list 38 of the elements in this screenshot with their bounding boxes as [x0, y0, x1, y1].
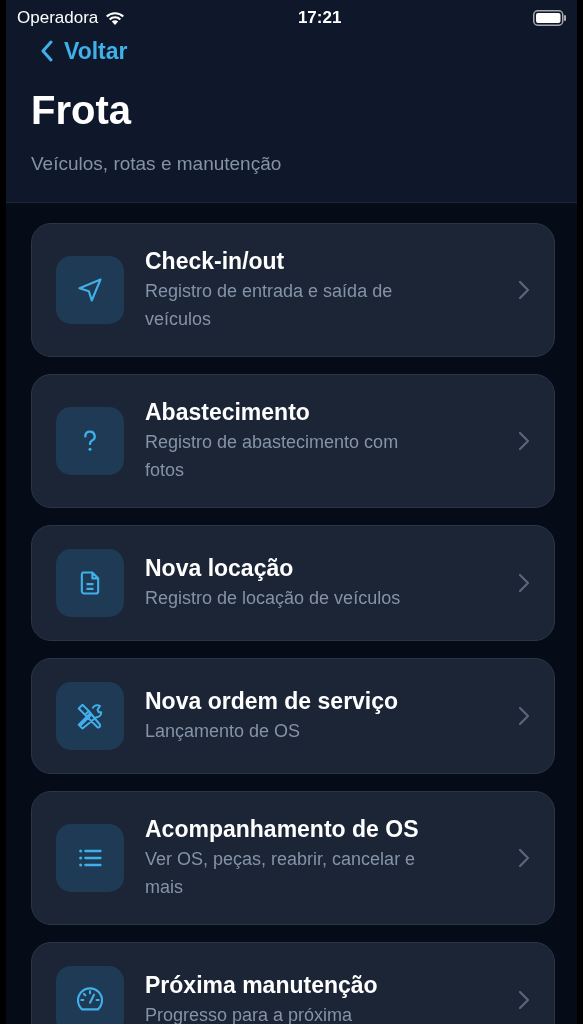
navigation-icon	[56, 256, 124, 324]
card-description: Registro de locação de veículos	[145, 587, 402, 610]
battery-icon	[533, 10, 567, 26]
list-icon	[56, 824, 124, 892]
chevron-icon	[518, 706, 530, 726]
back-chevron-icon	[40, 40, 54, 62]
chevron-icon	[518, 431, 530, 451]
card-description: Ver OS, peças, reabrir, cancelar e mais	[145, 848, 417, 899]
question-icon	[56, 407, 124, 475]
card-title: Nova ordem de serviço	[145, 687, 400, 715]
card-description: Lançamento de OS	[145, 720, 302, 743]
card-title: Acompanhamento de OS	[145, 815, 420, 843]
menu-card[interactable]: Check-in/out Registro de entrada e saída de veículos	[31, 223, 555, 357]
wifi-icon	[104, 10, 127, 26]
tools-icon	[56, 682, 124, 750]
menu-card[interactable]: Abastecimento Registro de abastecimento com fotos	[31, 374, 555, 508]
chevron-icon	[518, 848, 530, 868]
menu-card[interactable]: Próxima manutenção Progresso para a próxima	[31, 942, 555, 1024]
status-time: 17:21	[297, 8, 342, 28]
carrier-name: Operadora	[17, 8, 99, 28]
menu-card[interactable]: Acompanhamento de OS Ver OS, peças, reabrir, cancelar e mais	[31, 791, 555, 925]
gauge-icon	[56, 966, 124, 1024]
card-description: Progresso para a próxima	[145, 1004, 354, 1024]
back-button[interactable]: Voltar	[40, 36, 128, 66]
chevron-icon	[518, 280, 530, 300]
card-description: Registro de entrada e saída de veículos	[145, 280, 394, 331]
menu-card[interactable]: Nova locação Registro de locação de veículos	[31, 525, 555, 641]
page-subtitle: Veículos, rotas e manutenção	[31, 152, 283, 176]
card-description: Registro de abastecimento com fotos	[145, 431, 400, 482]
page-title: Frota	[31, 88, 133, 132]
menu-card[interactable]: Nova ordem de serviço Lançamento de OS	[31, 658, 555, 774]
chevron-icon	[518, 990, 530, 1010]
card-title: Abastecimento	[145, 398, 311, 426]
document-icon	[56, 549, 124, 617]
card-title: Check-in/out	[145, 247, 286, 275]
card-title: Nova locação	[145, 554, 295, 582]
chevron-icon	[518, 573, 530, 593]
card-title: Próxima manutenção	[145, 971, 379, 999]
